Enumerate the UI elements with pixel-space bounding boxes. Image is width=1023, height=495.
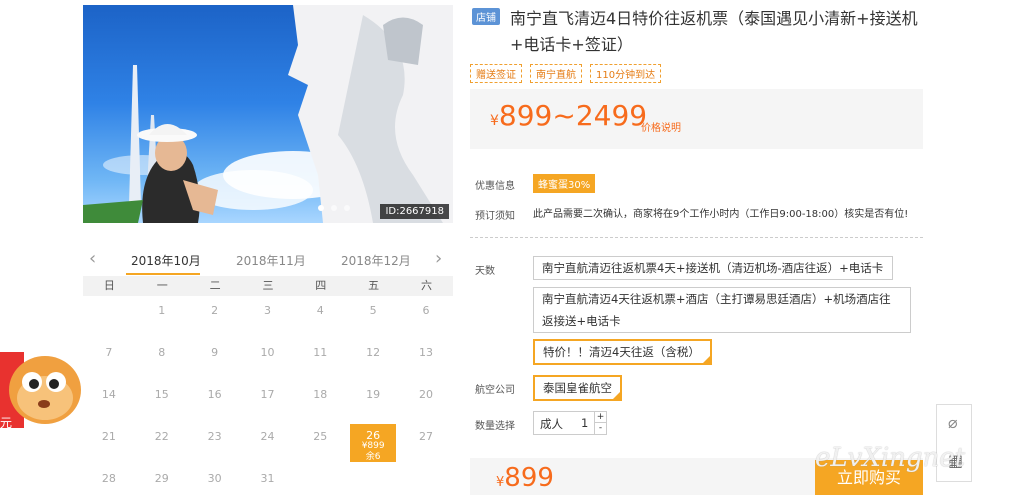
month-tab-dec[interactable]: 2018年12月 bbox=[341, 252, 411, 269]
product-hero-image[interactable]: ID:2667918 bbox=[83, 5, 453, 223]
weekday-label: 六 bbox=[420, 279, 432, 292]
calendar-day[interactable]: 9 bbox=[189, 338, 242, 380]
watermark: eLvXingnet bbox=[815, 443, 966, 473]
calendar-day[interactable]: 7 bbox=[83, 338, 136, 380]
calendar-day[interactable]: 19 bbox=[347, 380, 401, 422]
calendar-day[interactable]: 12 bbox=[347, 338, 401, 380]
notice-label: 预订须知 bbox=[475, 211, 515, 222]
weekday-label: 三 bbox=[262, 279, 274, 292]
calendar-weekdays: 日一二三四五六 bbox=[83, 276, 453, 296]
calendar-day-available[interactable]: 26 ¥899 余6 bbox=[350, 424, 398, 462]
next-month-icon[interactable]: › bbox=[435, 248, 442, 269]
discount-badge: 蜂蜜蛋30% bbox=[533, 174, 596, 193]
discount-label: 优惠信息 bbox=[475, 181, 515, 192]
tag-flight-time: 110分钟到达 bbox=[590, 64, 662, 83]
quantity-value[interactable]: 1 bbox=[581, 416, 588, 430]
calendar-day[interactable]: 29 bbox=[136, 464, 189, 495]
bottom-price: ¥899 bbox=[496, 463, 554, 493]
calendar-day[interactable]: 17 bbox=[242, 380, 295, 422]
day-price: ¥899 bbox=[361, 441, 385, 451]
image-id-label: ID:2667918 bbox=[380, 204, 449, 219]
calendar-day[interactable]: 14 bbox=[83, 380, 136, 422]
price-range: ¥899~2499 bbox=[490, 99, 648, 132]
calendar-day[interactable]: 4 bbox=[294, 296, 348, 338]
calendar-month-bar: ‹ 2018年10月 2018年11月 2018年12月 › bbox=[83, 244, 453, 276]
day-remaining: 余6 bbox=[365, 452, 381, 462]
calendar-day[interactable]: 21 bbox=[83, 422, 136, 464]
day-option-2[interactable]: 南宁直航清迈4天往返机票+酒店（主打谭易思廷酒店）+机场酒店往返接送+电话卡 bbox=[533, 287, 911, 333]
day-option-3[interactable]: 特价！！清迈4天往返（含税） bbox=[533, 339, 712, 365]
attachment-icon[interactable]: ⌀ bbox=[948, 413, 958, 432]
quantity-type: 成人 bbox=[540, 417, 563, 431]
weekday-label: 四 bbox=[315, 279, 327, 292]
booking-notice: 此产品需要二次确认，商家将在9个工作小时内（工作日9:00-18:00）核实是否… bbox=[533, 209, 909, 220]
promo-sticker[interactable]: 元 bbox=[0, 340, 85, 440]
divider bbox=[470, 237, 923, 238]
days-label: 天数 bbox=[475, 266, 495, 277]
weekday-label: 日 bbox=[103, 279, 115, 292]
calendar-day bbox=[400, 464, 453, 495]
calendar-day[interactable]: 2 bbox=[189, 296, 242, 338]
calendar-grid: 1 2 3 4 5 6 7 8 9 10 11 12 13 14 15 16 17 18 19 20 21 22 23 24 2… bbox=[83, 296, 453, 495]
hero-photo bbox=[83, 5, 453, 223]
airline-label: 航空公司 bbox=[475, 385, 515, 396]
calendar-day bbox=[294, 464, 348, 495]
day-option-1[interactable]: 南宁直航清迈往返机票4天+接送机（清迈机场-酒店往返）+电话卡 bbox=[533, 256, 893, 280]
price-box: ¥899~2499 价格说明 bbox=[470, 89, 923, 149]
calendar-day[interactable]: 11 bbox=[294, 338, 348, 380]
calendar-day[interactable]: 28 bbox=[83, 464, 136, 495]
calendar-day[interactable]: 25 bbox=[294, 422, 348, 464]
calendar-day[interactable]: 31 bbox=[242, 464, 295, 495]
calendar-day[interactable]: 20 bbox=[400, 380, 453, 422]
calendar-day[interactable]: 22 bbox=[136, 422, 189, 464]
tag-visa: 赠送签证 bbox=[470, 64, 522, 83]
price-note-link[interactable]: 价格说明 bbox=[641, 119, 681, 134]
increment-button[interactable]: + bbox=[594, 412, 606, 423]
active-month-underline bbox=[126, 273, 200, 275]
carousel-dots[interactable] bbox=[318, 205, 350, 211]
tag-direct-flight: 南宁直航 bbox=[530, 64, 582, 83]
weekday-label: 一 bbox=[156, 279, 168, 292]
calendar-day[interactable]: 30 bbox=[189, 464, 242, 495]
calendar-day[interactable]: 1 bbox=[136, 296, 189, 338]
calendar-day[interactable]: 27 bbox=[400, 422, 453, 464]
quantity-label: 数量选择 bbox=[475, 421, 515, 432]
airline-option[interactable]: 泰国皇雀航空 bbox=[533, 375, 622, 401]
calendar-day[interactable]: 5 bbox=[347, 296, 401, 338]
calendar-day bbox=[347, 464, 401, 495]
calendar-day[interactable]: 3 bbox=[242, 296, 295, 338]
decrement-button[interactable]: - bbox=[594, 423, 606, 434]
mascot-icon bbox=[9, 356, 81, 424]
weekday-label: 二 bbox=[209, 279, 221, 292]
calendar-day[interactable]: 8 bbox=[136, 338, 189, 380]
product-title: 南宁直飞清迈4日特价往返机票（泰国遇见小清新+接送机+电话卡+签证） bbox=[510, 9, 918, 54]
calendar-day[interactable]: 10 bbox=[242, 338, 295, 380]
calendar-day[interactable]: 15 bbox=[136, 380, 189, 422]
prev-month-icon[interactable]: ‹ bbox=[89, 248, 96, 269]
weekday-label: 五 bbox=[368, 279, 380, 292]
product-tags: 赠送签证 南宁直航 110分钟到达 bbox=[470, 64, 662, 83]
quantity-stepper[interactable]: 成人 1 + - bbox=[533, 411, 607, 435]
calendar-day[interactable]: 24 bbox=[242, 422, 295, 464]
calendar-day[interactable]: 16 bbox=[189, 380, 242, 422]
month-tab-oct[interactable]: 2018年10月 bbox=[131, 252, 201, 269]
calendar-day bbox=[83, 296, 136, 338]
calendar-day[interactable]: 13 bbox=[400, 338, 453, 380]
calendar-day[interactable]: 6 bbox=[400, 296, 453, 338]
calendar-day[interactable]: 18 bbox=[294, 380, 348, 422]
calendar-day[interactable]: 23 bbox=[189, 422, 242, 464]
month-tab-nov[interactable]: 2018年11月 bbox=[236, 252, 306, 269]
shop-badge: 店铺 bbox=[472, 8, 500, 25]
